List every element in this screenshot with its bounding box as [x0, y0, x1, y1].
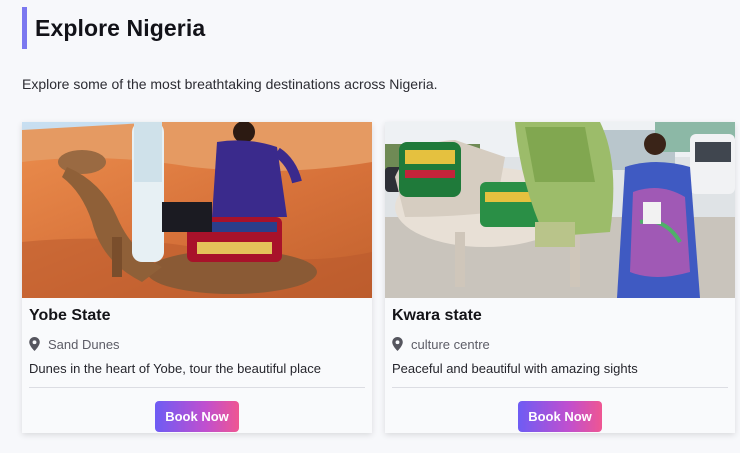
destination-card: Kwara state culture centre Peaceful and …	[385, 122, 735, 433]
map-pin-icon	[392, 337, 403, 351]
destination-image	[385, 122, 735, 298]
section-header: Explore Nigeria	[22, 7, 205, 49]
card-location-label: Sand Dunes	[48, 336, 120, 352]
card-location: culture centre	[392, 335, 728, 353]
card-location-label: culture centre	[411, 336, 490, 352]
destination-card: Yobe State Sand Dunes Dunes in the heart…	[22, 122, 372, 433]
card-title: Yobe State	[29, 307, 111, 324]
card-description: Peaceful and beautiful with amazing sigh…	[392, 361, 638, 376]
destination-image	[22, 122, 372, 298]
book-now-button[interactable]: Book Now	[518, 401, 602, 432]
destination-cards: Yobe State Sand Dunes Dunes in the heart…	[22, 122, 735, 433]
card-title: Kwara state	[392, 307, 482, 324]
card-location: Sand Dunes	[29, 335, 365, 353]
card-divider	[29, 387, 365, 388]
card-description: Dunes in the heart of Yobe, tour the bea…	[29, 361, 321, 376]
card-divider	[392, 387, 728, 388]
book-now-button[interactable]: Book Now	[155, 401, 239, 432]
map-pin-icon	[29, 337, 40, 351]
page-description: Explore some of the most breathtaking de…	[22, 76, 438, 92]
page-title: Explore Nigeria	[35, 14, 206, 41]
